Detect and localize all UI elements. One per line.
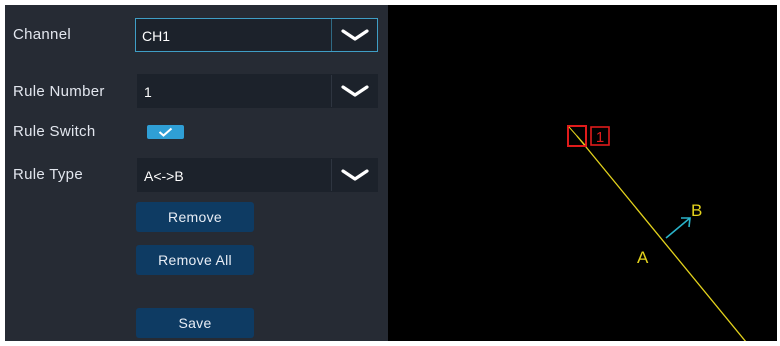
channel-value: CH1	[142, 28, 171, 44]
rule-type-dropdown-button[interactable]	[331, 159, 377, 191]
video-preview[interactable]: 1 B A	[388, 5, 777, 341]
tripwire-line	[576, 135, 747, 341]
rule-switch-label: Rule Switch	[13, 123, 96, 140]
channel-dropdown-button[interactable]	[331, 19, 377, 51]
save-button[interactable]: Save	[136, 308, 254, 338]
rule-number-value: 1	[144, 84, 152, 100]
rule-switch-toggle[interactable]	[147, 125, 184, 139]
channel-label: Channel	[13, 26, 71, 43]
rule-type-label: Rule Type	[13, 166, 83, 183]
channel-select[interactable]: CH1	[135, 18, 378, 52]
remove-all-button[interactable]: Remove All	[136, 245, 254, 275]
rule-overlay: 1 B A	[567, 125, 747, 341]
rule-number-select[interactable]: 1	[137, 74, 378, 108]
checkmark-icon	[158, 127, 173, 137]
chevron-down-icon	[341, 85, 369, 97]
chevron-down-icon	[341, 29, 369, 41]
rule-type-value: A<->B	[144, 168, 184, 184]
rule-type-select[interactable]: A<->B	[137, 158, 378, 192]
point-b-label: B	[691, 201, 702, 220]
settings-panel: Channel CH1 Rule Number 1 Rule Switch Ru…	[5, 5, 388, 341]
remove-button[interactable]: Remove	[136, 202, 254, 232]
direction-arrow	[665, 217, 691, 239]
rule-badge-number: 1	[596, 129, 604, 146]
point-a-label: A	[637, 248, 649, 267]
chevron-down-icon	[341, 169, 369, 181]
rule-number-dropdown-button[interactable]	[331, 75, 377, 107]
rule-number-label: Rule Number	[13, 83, 105, 100]
handle-diagonal	[568, 126, 586, 146]
